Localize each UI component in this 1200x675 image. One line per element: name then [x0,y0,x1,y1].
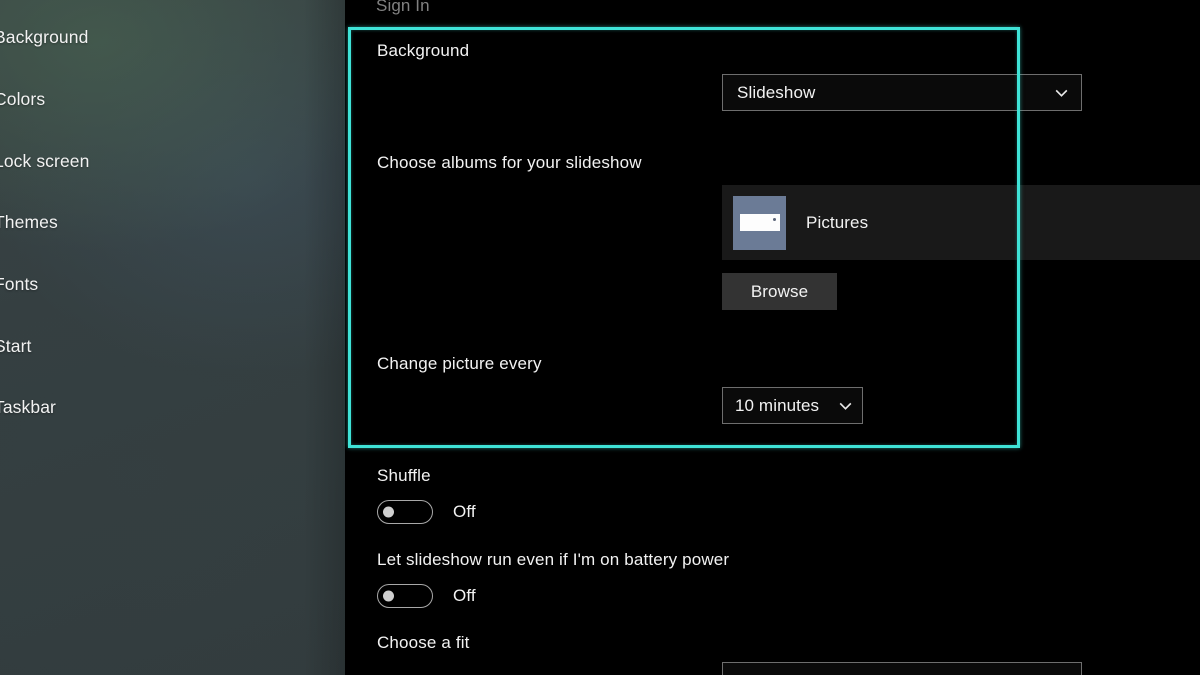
thumbnail-inner-shape [739,214,780,231]
battery-toggle-row: Off [377,584,476,608]
battery-slideshow-label: Let slideshow run even if I'm on battery… [377,550,730,569]
sidebar-item-label: Colors [0,88,46,109]
toggle-knob [383,590,394,602]
shuffle-label: Shuffle [377,466,431,485]
choose-albums-label: Choose albums for your slideshow [377,153,642,172]
shuffle-toggle-row: Off [377,500,476,524]
thumbnail-dot [772,218,776,221]
toggle-knob [383,506,394,518]
sidebar-item-label: Background [0,26,89,47]
sidebar-item-taskbar[interactable]: Taskbar [0,392,324,422]
sidebar-item-label: Lock screen [0,150,90,171]
sidebar-item-label: Taskbar [0,396,56,417]
shuffle-state-label: Off [453,502,476,521]
choose-a-fit-dropdown[interactable] [722,662,1082,675]
settings-window: Background Colors Lock screen Themes Fon… [0,0,1200,675]
battery-state-label: Off [453,586,476,605]
change-picture-interval-dropdown[interactable]: 10 minutes [722,387,863,424]
album-name: Pictures [806,212,869,232]
sidebar-item-background[interactable]: Background [0,22,324,52]
sidebar-item-themes[interactable]: Themes [0,207,324,237]
album-list-panel: Pictures [722,185,1200,260]
choose-a-fit-label: Choose a fit [377,633,470,652]
settings-content-pane: Sign In Background Slideshow Choose albu… [345,0,1200,675]
battery-slideshow-toggle[interactable] [377,584,433,608]
folder-thumbnail-icon [733,195,786,250]
signin-section-label: Sign In [376,0,430,15]
settings-sidebar: Background Colors Lock screen Themes Fon… [0,0,345,675]
sidebar-item-start[interactable]: Start [0,331,324,361]
sidebar-item-colors[interactable]: Colors [0,84,324,114]
album-list-item[interactable]: Pictures [722,185,1200,260]
change-picture-interval-label: Change picture every [377,354,542,373]
sidebar-item-label: Themes [0,211,58,232]
chevron-down-icon [839,402,852,410]
background-label: Background [377,41,470,60]
sidebar-item-fonts[interactable]: Fonts [0,269,324,299]
sidebar-item-label: Fonts [0,273,39,294]
shuffle-toggle[interactable] [377,500,433,524]
background-type-dropdown[interactable]: Slideshow [722,74,1082,111]
background-type-value: Slideshow [737,82,816,102]
sidebar-item-lock-screen[interactable]: Lock screen [0,146,324,176]
sidebar-item-label: Start [0,335,32,356]
browse-button[interactable]: Browse [722,273,837,310]
chevron-down-icon [1055,89,1068,97]
interval-value: 10 minutes [735,395,820,415]
